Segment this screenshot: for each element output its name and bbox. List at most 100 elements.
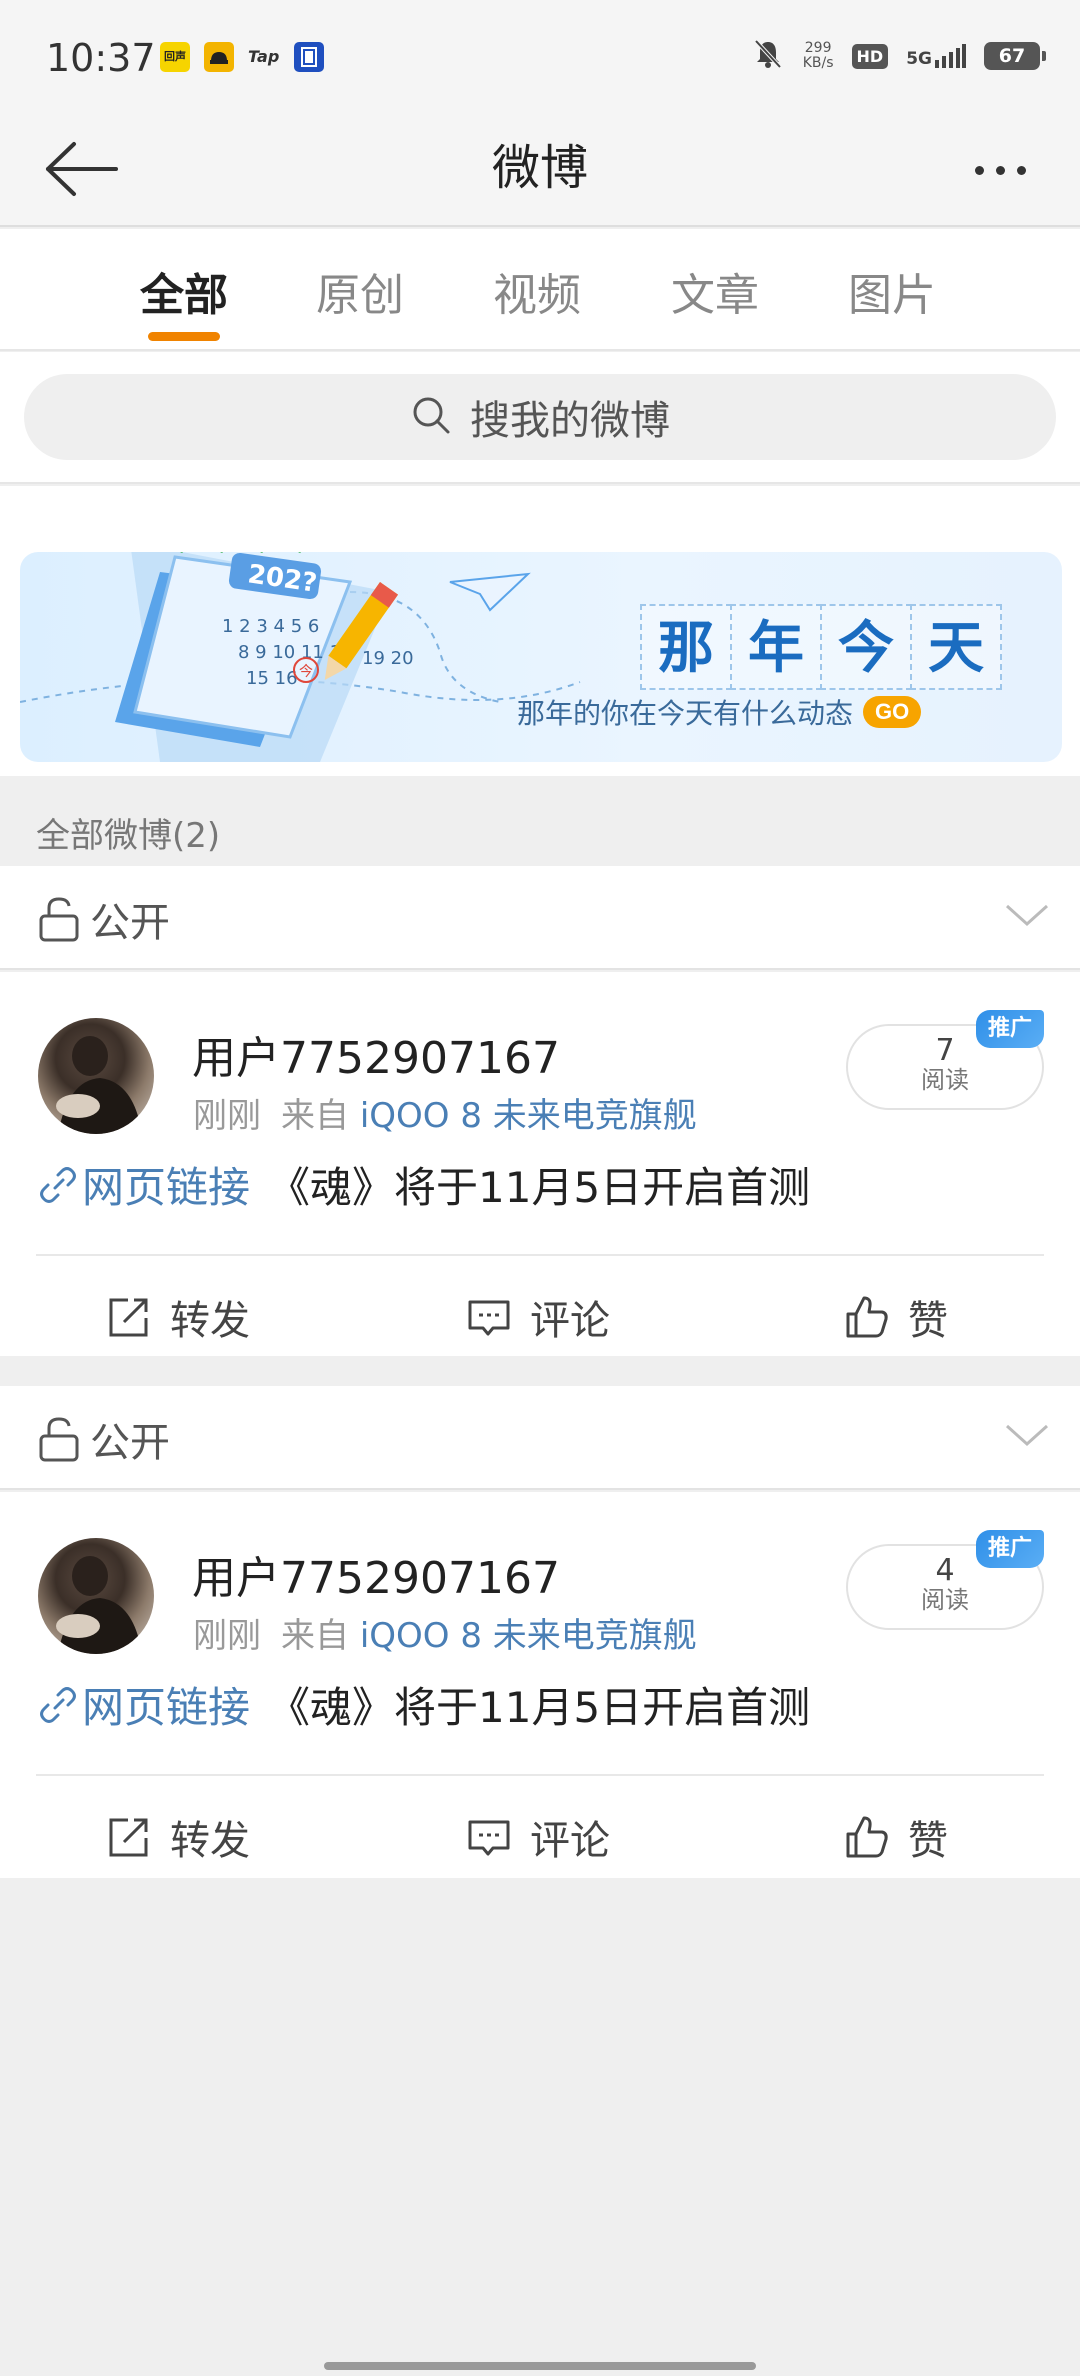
promote-tag[interactable]: 推广 [976,1530,1044,1568]
nav-header: 微博 [0,110,1080,227]
post-meta: 刚刚 来自 iQOO 8 未来电竞旗舰 [193,1088,697,1137]
web-link[interactable]: 网页链接 [82,1674,250,1735]
from-prefix: 来自 [281,1096,349,1136]
signal-icon: 5G [906,44,966,68]
svg-text:15 16: 15 16 [246,668,298,689]
device-source[interactable]: iQOO 8 未来电竞旗舰 [360,1616,697,1656]
read-label: 阅读 [921,1586,969,1614]
banner-title-char: 今 [820,604,912,690]
network-type: 5G [906,49,932,69]
taxi-app-icon [204,42,234,72]
status-indicators: 299 KB/s HD 5G 67 [751,36,1046,76]
from-prefix: 来自 [281,1616,349,1656]
read-label: 阅读 [921,1066,969,1094]
comment-button[interactable]: 评论 [466,1808,610,1866]
post-meta: 刚刚 来自 iQOO 8 未来电竞旗舰 [193,1608,697,1657]
net-speed: 299 KB/s [803,41,834,71]
taptap-app-icon: Tap [248,47,280,66]
promote-tag[interactable]: 推广 [976,1010,1044,1048]
link-icon [40,1166,76,1203]
banner-title-char: 那 [640,604,732,690]
comment-button[interactable]: 评论 [466,1288,610,1346]
privacy-label: 公开 [90,1420,170,1466]
banner-subtitle-text: 那年的你在今天有什么动态 [517,697,854,730]
banner-title-char: 天 [910,604,1002,690]
post-text: 《魂》将于11月5日开启首测 [268,1163,811,1212]
home-indicator[interactable] [324,2362,756,2370]
banner-title: 那 年 今 天 [640,604,1002,690]
like-button[interactable]: 赞 [844,1808,948,1866]
mute-bell-icon [751,37,785,75]
repost-icon [109,1298,148,1337]
banner-title-char: 年 [730,604,822,690]
comment-label: 评论 [530,1298,610,1344]
go-button[interactable]: GO [863,696,922,728]
post-content: 网页链接 《魂》将于11月5日开启首测 [38,1154,810,1215]
back-arrow-icon[interactable] [40,134,120,204]
repost-label: 转发 [170,1818,250,1864]
svg-text:1 2 3 4 5 6: 1 2 3 4 5 6 [222,616,319,637]
comment-icon [468,1820,510,1856]
username[interactable]: 用户7752907167 [192,1022,560,1086]
banner-subtitle: 那年的你在今天有什么动态 GO [517,692,922,732]
privacy-row[interactable]: 公开 [0,1386,1080,1490]
search-placeholder: 搜我的微博 [470,398,670,444]
post-time: 刚刚 [193,1096,261,1136]
tab-image[interactable]: 图片 [822,259,962,323]
search-section: 搜我的微博 [0,352,1080,484]
chevron-down-icon[interactable] [1004,1416,1050,1452]
username[interactable]: 用户7752907167 [192,1542,560,1606]
post-card[interactable]: 用户7752907167 刚刚 来自 iQOO 8 未来电竞旗舰 7 阅读 推广… [0,972,1080,1356]
svg-text:19 20: 19 20 [362,648,414,669]
weibo-mini-app-icon: 回声 [160,42,190,72]
film-app-icon [294,42,324,72]
repost-button[interactable]: 转发 [106,1808,250,1866]
net-speed-unit: KB/s [802,55,834,71]
privacy-row[interactable]: 公开 [0,866,1080,970]
post-text: 《魂》将于11月5日开启首测 [268,1683,811,1732]
comment-label: 评论 [530,1818,610,1864]
status-bar: 10:37 回声 Tap 299 KB/s HD 5G 67 [0,0,1080,110]
hd-badge: HD [851,43,889,69]
tab-all[interactable]: 全部 [114,259,254,323]
web-link[interactable]: 网页链接 [82,1154,250,1215]
banner-section: 202? 1 2 3 4 5 6 8 9 10 11 12 15 16 19 2… [0,486,1080,776]
avatar[interactable] [38,1018,154,1134]
divider [36,1774,1044,1776]
repost-button[interactable]: 转发 [106,1288,250,1346]
tab-video[interactable]: 视频 [467,259,607,323]
like-label: 赞 [908,1818,948,1864]
calendar-day-marker: 今 [299,664,313,680]
repost-label: 转发 [170,1298,250,1344]
more-options-icon[interactable] [960,150,1040,190]
thumbs-up-icon [846,1296,888,1338]
on-this-day-banner[interactable]: 202? 1 2 3 4 5 6 8 9 10 11 12 15 16 19 2… [20,552,1062,762]
net-speed-value: 299 [804,40,832,56]
page-title: 微博 [491,140,588,196]
post-time: 刚刚 [193,1616,261,1656]
tab-original[interactable]: 原创 [290,259,430,323]
search-icon [410,394,452,440]
thumbs-up-icon [846,1816,888,1858]
chevron-down-icon[interactable] [1004,896,1050,932]
unlock-icon [38,896,80,942]
tab-bar: 全部 原创 视频 文章 图片 [0,229,1080,351]
battery-icon: 67 [984,42,1046,70]
privacy-label: 公开 [90,900,170,946]
divider [36,1254,1044,1256]
active-tab-indicator [148,332,220,341]
tab-article[interactable]: 文章 [645,259,785,323]
unlock-icon [38,1416,80,1462]
like-label: 赞 [908,1298,948,1344]
like-button[interactable]: 赞 [844,1288,948,1346]
device-source[interactable]: iQOO 8 未来电竞旗舰 [360,1096,697,1136]
post-separator [0,1356,1080,1386]
repost-icon [109,1818,148,1857]
avatar[interactable] [38,1538,154,1654]
status-time: 10:37 [46,36,156,80]
post-content: 网页链接 《魂》将于11月5日开启首测 [38,1674,810,1735]
post-card[interactable]: 用户7752907167 刚刚 来自 iQOO 8 未来电竞旗舰 4 阅读 推广… [0,1492,1080,1878]
search-input[interactable]: 搜我的微博 [24,374,1056,460]
comment-icon [468,1300,510,1336]
link-icon [40,1686,76,1723]
